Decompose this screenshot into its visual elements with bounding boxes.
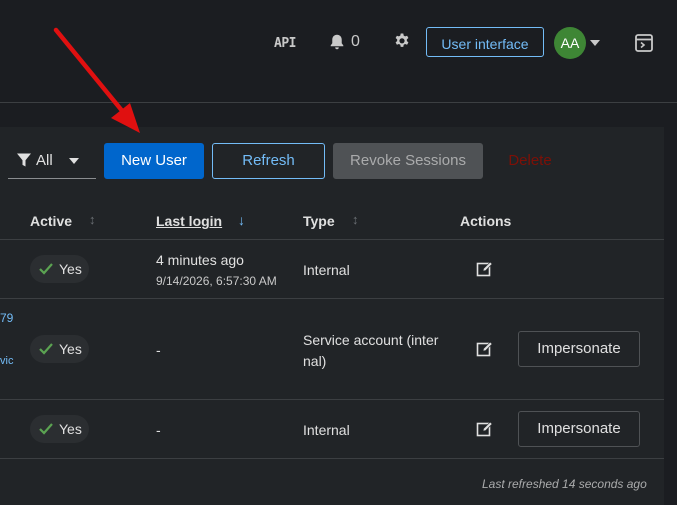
status-text: Yes [59, 261, 82, 277]
status-badge: Yes [30, 255, 89, 283]
edit-icon[interactable] [476, 340, 494, 358]
user-interface-button[interactable]: User interface [426, 27, 544, 57]
filter-label: All [36, 152, 53, 169]
edit-icon[interactable] [476, 420, 494, 438]
sort-icon[interactable]: ↕ [89, 212, 96, 227]
user-type: Internal [303, 422, 350, 438]
notification-drawer-icon[interactable] [634, 33, 654, 53]
last-refreshed-text: Last refreshed 14 seconds ago [482, 477, 647, 491]
last-login-relative: - [156, 422, 161, 438]
status-badge: Yes [30, 335, 89, 363]
user-type: Service account (inter [303, 332, 439, 348]
chevron-down-icon[interactable] [590, 40, 600, 46]
column-header-actions: Actions [460, 213, 512, 229]
avatar[interactable]: AA [554, 27, 586, 59]
row-divider [0, 239, 664, 240]
last-login-relative: - [156, 342, 161, 358]
check-icon [39, 263, 53, 275]
sort-descending-icon[interactable]: ↓ [238, 212, 245, 228]
edit-icon[interactable] [476, 260, 494, 278]
impersonate-button[interactable]: Impersonate [518, 331, 640, 367]
bell-icon[interactable] [328, 33, 346, 51]
user-type: nal) [303, 353, 327, 369]
row-divider [0, 458, 664, 459]
notification-count: 0 [351, 33, 360, 50]
masthead: API 0 User interface AA [0, 0, 677, 103]
last-login-relative: 4 minutes ago [156, 252, 244, 268]
sort-icon[interactable]: ↕ [352, 212, 359, 227]
status-text: Yes [59, 421, 82, 437]
filter-select[interactable]: All [8, 143, 96, 179]
status-badge: Yes [30, 415, 89, 443]
row-divider [0, 399, 664, 400]
users-table-panel [0, 127, 664, 505]
revoke-sessions-button[interactable]: Revoke Sessions [333, 143, 483, 179]
delete-button[interactable]: Delete [495, 143, 565, 179]
api-link[interactable]: API [274, 36, 296, 51]
last-login-timestamp: 9/14/2026, 6:57:30 AM [156, 274, 277, 288]
row-divider [0, 298, 664, 299]
new-user-button[interactable]: New User [104, 143, 204, 179]
user-type: Internal [303, 262, 350, 278]
user-link[interactable]: vic [0, 355, 13, 367]
check-icon [39, 423, 53, 435]
status-text: Yes [59, 341, 82, 357]
user-link[interactable]: 79 [0, 311, 13, 325]
column-header-type[interactable]: Type [303, 213, 335, 229]
gear-icon[interactable] [392, 32, 412, 52]
chevron-down-icon [69, 158, 79, 164]
check-icon [39, 343, 53, 355]
filter-icon [17, 153, 31, 167]
refresh-button[interactable]: Refresh [212, 143, 325, 179]
impersonate-button[interactable]: Impersonate [518, 411, 640, 447]
column-header-last-login[interactable]: Last login [156, 213, 222, 229]
column-header-active[interactable]: Active [30, 213, 72, 229]
